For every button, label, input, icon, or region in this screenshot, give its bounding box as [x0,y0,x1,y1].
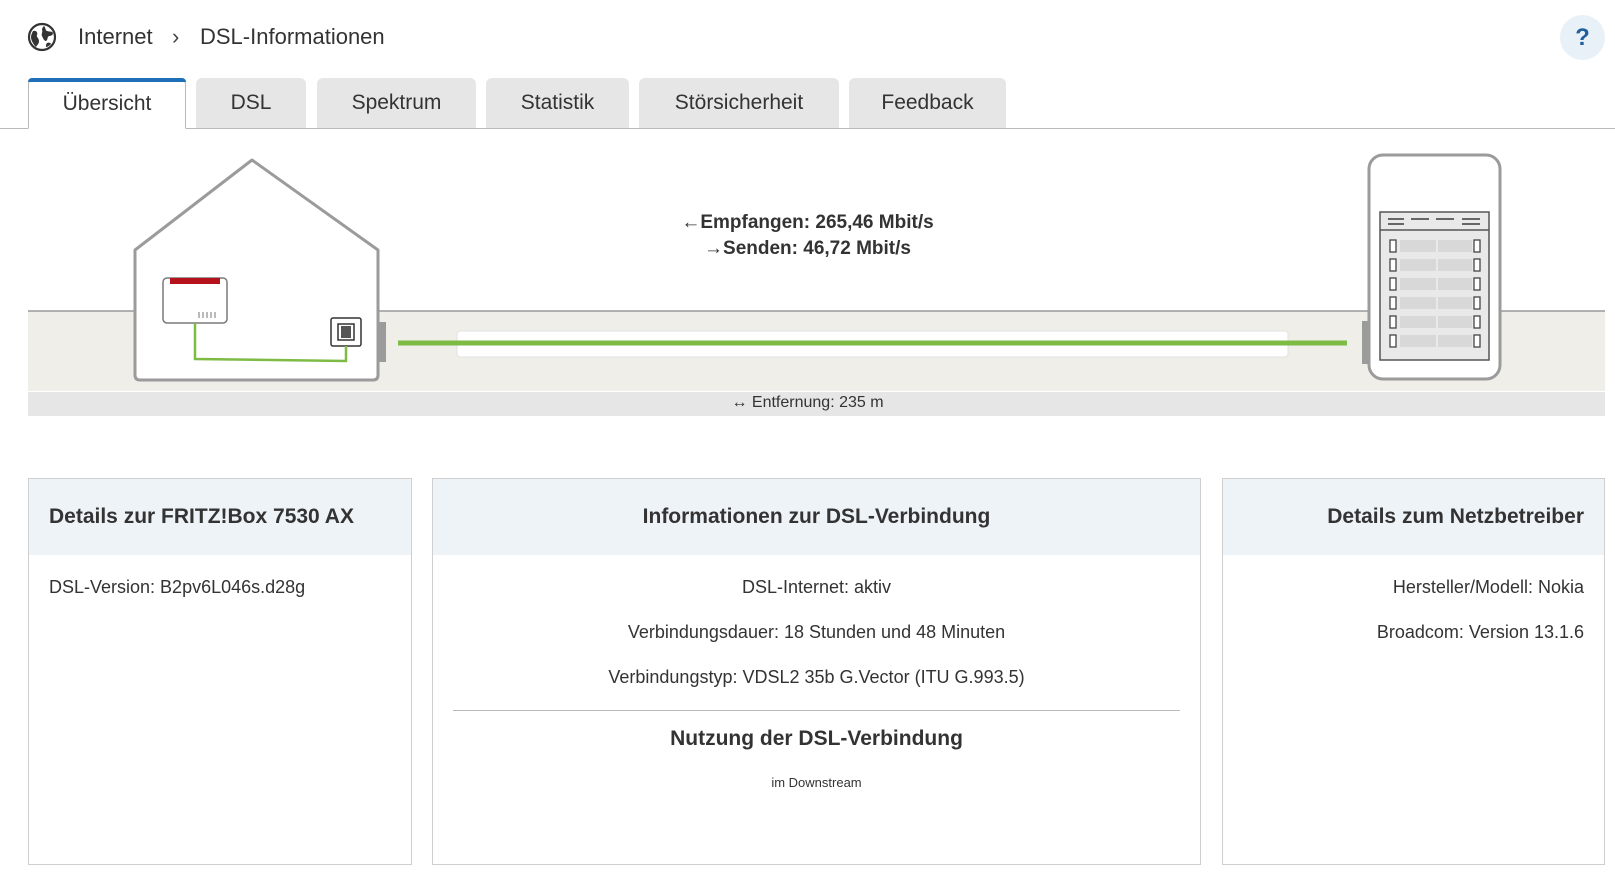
dsl-version: DSL-Version: B2pv6L046s.d28g [49,577,306,597]
tab-spektrum[interactable]: Spektrum [317,78,476,128]
house-icon [133,158,386,382]
card-fritzbox-title: Details zur FRITZ!Box 7530 AX [29,479,411,555]
breadcrumb-internet[interactable]: Internet [78,24,153,50]
usage-title: Nutzung der DSL-Verbindung [670,727,963,750]
header: Internet › DSL-Informationen ? [0,0,1615,75]
distance-label: ↔ Entfernung: 235 m [0,394,1615,412]
breadcrumb-dsl-informationen: DSL-Informationen [200,24,385,49]
divider [453,710,1180,711]
arrow-left-icon: ← [681,212,701,233]
operator-model: Hersteller/Modell: Nokia [1392,577,1584,597]
send-rate: Senden: 46,72 Mbit/s [723,238,911,259]
tab-statistik[interactable]: Statistik [486,78,629,128]
dsl-line-diagram [28,153,1605,416]
card-operator-title: Details zum Netzbetreiber [1223,479,1604,555]
cabinet-icon [1362,153,1502,381]
broadcom-version: Broadcom: Version 13.1.6 [1376,622,1584,642]
router-icon [162,277,228,324]
card-connection-title: Informationen zur DSL-Verbindung [433,479,1200,555]
connection-type: Verbindungstyp: VDSL2 35b G.Vector (ITU … [608,667,1025,687]
connection-duration: Verbindungsdauer: 18 Stunden und 48 Minu… [627,622,1006,642]
dsl-internet-status: DSL-Internet: aktiv [741,577,892,597]
send-row: →Senden: 46,72 Mbit/s [0,236,1615,262]
card-operator-details: Details zum Netzbetreiber Hersteller/Mod… [1222,478,1605,865]
help-button[interactable]: ? [1560,15,1605,60]
tab-dsl[interactable]: DSL [196,78,306,128]
receive-rate: Empfangen: 265,46 Mbit/s [700,212,934,233]
tab-divider [0,128,1615,129]
tab-uebersicht[interactable]: Übersicht [28,78,186,129]
card-fritzbox-details: Details zur FRITZ!Box 7530 AX DSL-Versio… [28,478,412,865]
distance-value: Entfernung: 235 m [751,394,884,411]
tab-stoersicherheit[interactable]: Störsicherheit [639,78,839,128]
chevron-right-icon: › [172,24,180,49]
wall-socket-icon [330,317,362,347]
receive-row: ←Empfangen: 265,46 Mbit/s [0,210,1615,236]
card-dsl-connection: Informationen zur DSL-Verbindung DSL-Int… [432,478,1201,865]
usage-subtitle: im Downstream [771,775,862,790]
arrow-right-icon: → [704,238,724,259]
tab-feedback[interactable]: Feedback [849,78,1006,128]
arrow-left-right-icon: ↔ [731,394,748,411]
globe-icon [27,22,57,52]
speed-info: ←Empfangen: 265,46 Mbit/s →Senden: 46,72… [0,210,1615,262]
